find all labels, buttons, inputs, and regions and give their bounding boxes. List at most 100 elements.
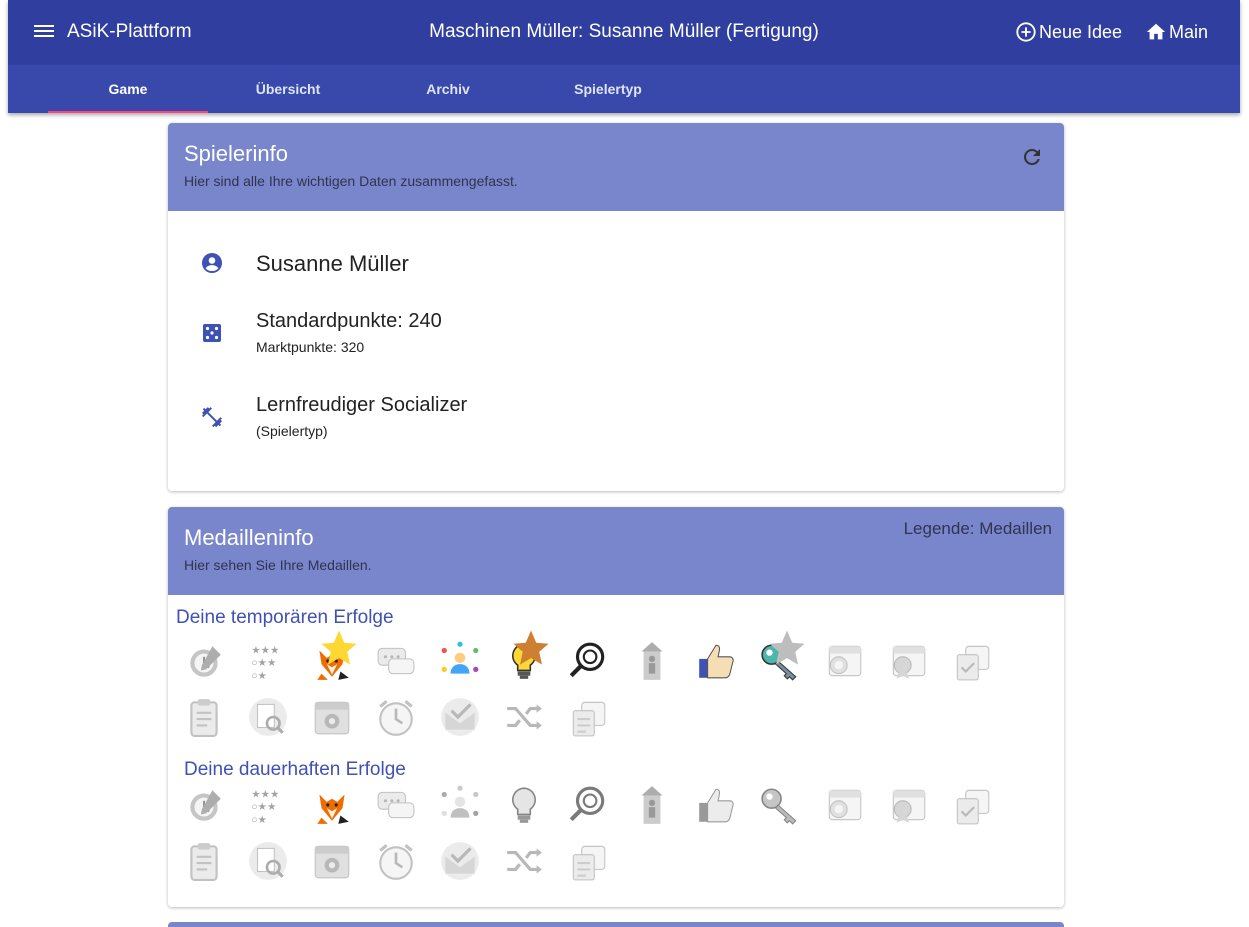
envelope-check-icon xyxy=(441,698,479,736)
permanent-badge-star-rating[interactable]: ★★★ ○★★ ○★ xyxy=(236,777,300,833)
temporary-badge-network-person[interactable] xyxy=(428,633,492,689)
key-icon xyxy=(761,788,797,825)
magnifier-film-icon xyxy=(569,786,605,822)
shuffle-icon xyxy=(507,848,542,874)
temporary-badge-writing-clock[interactable] xyxy=(172,633,236,689)
player-info-title: Spielerinfo xyxy=(184,141,288,166)
permanent-badge-document-search[interactable] xyxy=(236,833,300,889)
calendar-check-icon xyxy=(956,645,990,681)
svg-text:○★★: ○★★ xyxy=(251,657,276,669)
permanent-badge-tower-person[interactable] xyxy=(620,777,684,833)
next-card-header xyxy=(168,922,1064,927)
writing-clock-icon xyxy=(190,646,221,677)
temporary-badge-calendar-award[interactable] xyxy=(812,633,876,689)
svg-text:★★★: ★★★ xyxy=(251,789,279,801)
player-info-card: Spielerinfo Hier sind alle Ihre wichtige… xyxy=(168,123,1064,491)
temporary-badge-star-rating[interactable]: ★★★ ○★★ ○★ xyxy=(236,633,300,689)
temporary-achievements-title: Deine temporären Erfolge xyxy=(176,607,394,628)
star-rating-icon: ★★★○★★○★ xyxy=(251,789,279,826)
calendar-award-icon xyxy=(828,645,862,677)
standard-points: Standardpunkte: 240 xyxy=(256,310,442,332)
permanent-badge-envelope-check[interactable] xyxy=(428,833,492,889)
menu-icon[interactable] xyxy=(34,22,54,42)
svg-text:○★: ○★ xyxy=(251,814,267,826)
permanent-badge-alarm-clock[interactable] xyxy=(364,833,428,889)
calendar-medal-icon xyxy=(892,789,926,823)
new-idea-label: Neue Idee xyxy=(1039,21,1123,42)
dice-icon xyxy=(203,324,221,342)
home-icon xyxy=(1146,23,1166,40)
medal-info-header: Medailleninfo Hier sehen Sie Ihre Medail… xyxy=(168,507,1064,595)
top-app-bar: ASiK-Plattform Maschinen Müller: Susanne… xyxy=(8,0,1240,113)
tab-archiv[interactable]: Archiv xyxy=(368,65,528,113)
star-icon xyxy=(513,630,549,665)
tower-person-icon xyxy=(641,642,663,680)
svg-text:○★: ○★ xyxy=(251,670,267,682)
calendar-gear-icon xyxy=(314,845,350,879)
permanent-badge-lightbulb[interactable] xyxy=(492,777,556,833)
temporary-badge-chat-bubbles[interactable] xyxy=(364,633,428,689)
legend-link[interactable]: Legende: Medaillen xyxy=(904,519,1052,539)
calendar-check-icon xyxy=(956,789,990,825)
permanent-badge-thumbs-up[interactable] xyxy=(684,777,748,833)
temporary-badge-lightbulb[interactable] xyxy=(492,630,556,689)
new-idea-button[interactable]: Neue Idee xyxy=(1015,21,1122,43)
player-info-subtitle: Hier sind alle Ihre wichtigen Daten zusa… xyxy=(184,173,518,189)
app-title[interactable]: ASiK-Plattform xyxy=(67,21,192,43)
temporary-badges-row-2 xyxy=(172,689,620,745)
svg-text:★★★: ★★★ xyxy=(251,645,279,657)
refresh-icon[interactable] xyxy=(1020,145,1044,169)
permanent-badge-network-person[interactable] xyxy=(428,777,492,833)
permanent-badge-key[interactable] xyxy=(748,777,812,833)
temporary-badge-calendar-gear[interactable] xyxy=(300,689,364,745)
permanent-badge-fox[interactable] xyxy=(300,777,364,833)
toolbar: ASiK-Plattform Maschinen Müller: Susanne… xyxy=(8,0,1240,65)
medal-info-card: Medailleninfo Hier sehen Sie Ihre Medail… xyxy=(168,507,1064,907)
main-button[interactable]: Main xyxy=(1145,21,1208,43)
calendar-award-icon xyxy=(828,789,862,821)
network-person-icon xyxy=(441,641,479,674)
chat-bubbles-icon xyxy=(377,791,415,819)
permanent-badge-calendar-check[interactable] xyxy=(940,777,1004,833)
temporary-badge-calendar-check[interactable] xyxy=(940,633,1004,689)
temporary-badge-thumbs-up[interactable] xyxy=(684,633,748,689)
temporary-badge-shuffle[interactable] xyxy=(492,689,556,745)
permanent-badge-clipboard[interactable] xyxy=(172,833,236,889)
tab-spielertyp[interactable]: Spielertyp xyxy=(528,65,688,113)
temporary-badge-alarm-clock[interactable] xyxy=(364,689,428,745)
permanent-badge-calendar-gear[interactable] xyxy=(300,833,364,889)
permanent-badge-writing-clock[interactable] xyxy=(172,777,236,833)
star-icon xyxy=(321,630,357,665)
player-type-row: Lernfreudiger Socializer (Spielertyp) xyxy=(200,394,467,439)
market-points: Marktpunkte: 320 xyxy=(256,339,365,355)
tab-bar: Game Übersicht Archiv Spielertyp xyxy=(8,65,1240,113)
permanent-badge-calendar-medal[interactable] xyxy=(876,777,940,833)
fitness-icon xyxy=(202,407,222,428)
player-name: Susanne Müller xyxy=(256,251,409,276)
chat-bubbles-icon xyxy=(377,647,415,675)
clipboard-icon xyxy=(190,843,218,881)
calendar-medal-icon xyxy=(892,645,926,679)
temporary-badge-calendar-medal[interactable] xyxy=(876,633,940,689)
permanent-badge-calendar-award[interactable] xyxy=(812,777,876,833)
permanent-badges-row-1: ★★★ ○★★ ○★ xyxy=(172,777,1004,833)
points-row: Standardpunkte: 240 Marktpunkte: 320 xyxy=(200,310,442,355)
temporary-badge-envelope-check[interactable] xyxy=(428,689,492,745)
temporary-badge-document-search[interactable] xyxy=(236,689,300,745)
temporary-badge-calendar-doc[interactable] xyxy=(556,689,620,745)
magnifier-film-icon xyxy=(569,642,605,678)
permanent-badge-magnifier-film[interactable] xyxy=(556,777,620,833)
temporary-badge-magnifier-film[interactable] xyxy=(556,633,620,689)
temporary-badge-clipboard[interactable] xyxy=(172,689,236,745)
alarm-clock-icon xyxy=(379,844,413,880)
permanent-badge-shuffle[interactable] xyxy=(492,833,556,889)
network-person-icon xyxy=(441,785,479,818)
temporary-badge-key[interactable] xyxy=(748,630,812,689)
temporary-badge-fox[interactable] xyxy=(300,630,364,689)
tab-game[interactable]: Game xyxy=(48,65,208,113)
tab-uebersicht[interactable]: Übersicht xyxy=(208,65,368,113)
permanent-badge-chat-bubbles[interactable] xyxy=(364,777,428,833)
temporary-badge-tower-person[interactable] xyxy=(620,633,684,689)
main-label: Main xyxy=(1169,21,1209,42)
permanent-badge-calendar-doc[interactable] xyxy=(556,833,620,889)
